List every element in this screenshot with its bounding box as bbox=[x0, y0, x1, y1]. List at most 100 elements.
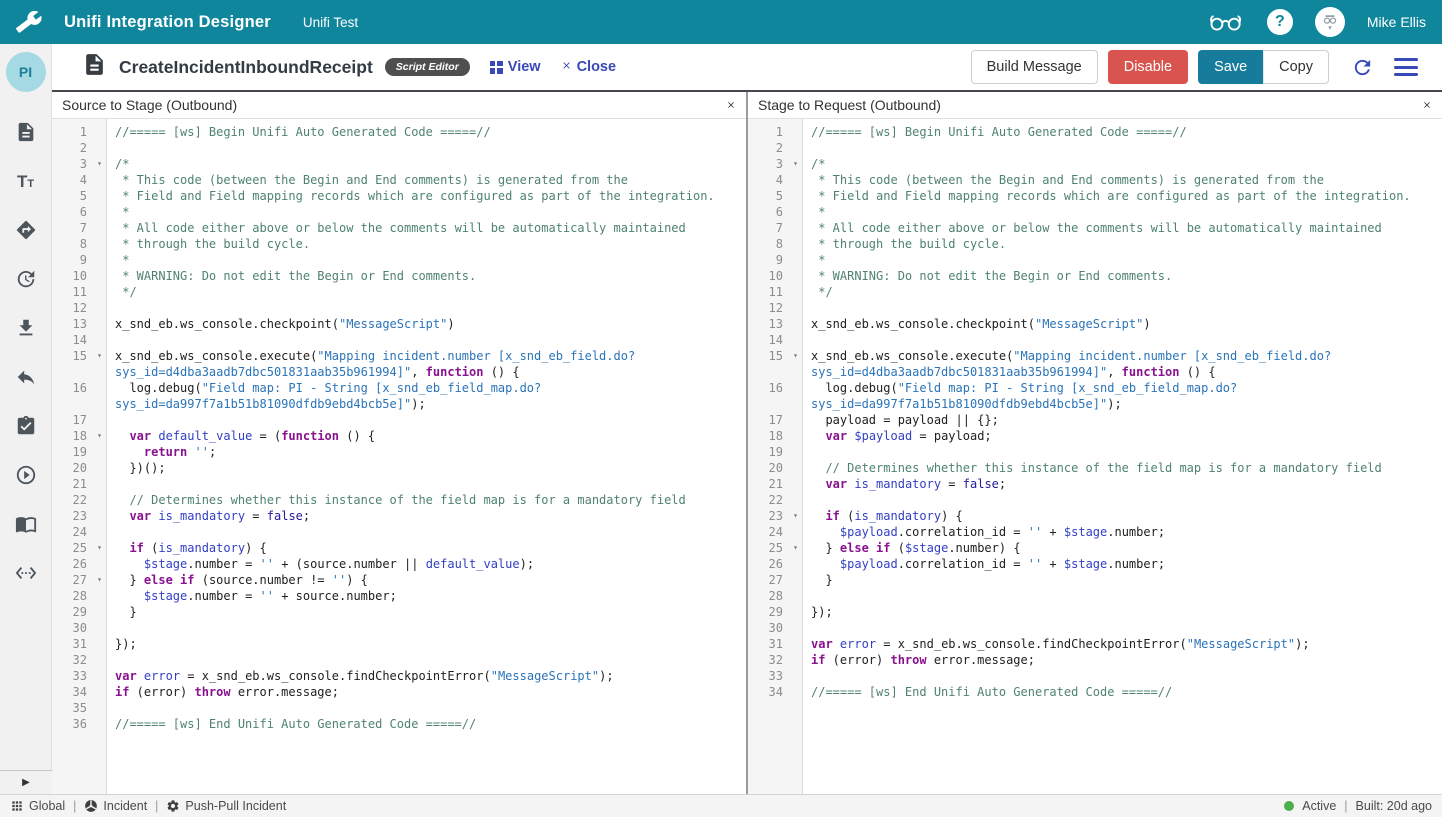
code-line[interactable]: 8 * through the build cycle. bbox=[748, 236, 1442, 252]
code-line[interactable]: 28 bbox=[748, 588, 1442, 604]
fold-arrow-icon[interactable]: ▾ bbox=[92, 572, 107, 588]
code-line[interactable]: 34if (error) throw error.message; bbox=[52, 684, 746, 700]
code-line[interactable]: 11 */ bbox=[748, 284, 1442, 300]
code-line[interactable]: 6 * bbox=[52, 204, 746, 220]
code-line[interactable]: 33var error = x_snd_eb.ws_console.findCh… bbox=[52, 668, 746, 684]
code-line[interactable]: 10 * WARNING: Do not edit the Begin or E… bbox=[748, 268, 1442, 284]
code-line[interactable]: 5 * Field and Field mapping records whic… bbox=[52, 188, 746, 204]
history-icon[interactable] bbox=[14, 267, 38, 291]
panel-close-icon[interactable] bbox=[726, 100, 736, 110]
directions-icon[interactable] bbox=[14, 218, 38, 242]
code-line[interactable]: 23▾ if (is_mandatory) { bbox=[748, 508, 1442, 524]
tasks-icon[interactable] bbox=[14, 414, 38, 438]
scope-incident[interactable]: Incident bbox=[84, 799, 147, 813]
code-line[interactable]: 21 var is_mandatory = false; bbox=[748, 476, 1442, 492]
build-message-button[interactable]: Build Message bbox=[971, 50, 1098, 84]
code-line[interactable]: 14 bbox=[52, 332, 746, 348]
code-line[interactable]: 30 bbox=[52, 620, 746, 636]
code-line[interactable]: 24 $payload.correlation_id = '' + $stage… bbox=[748, 524, 1442, 540]
user-name[interactable]: Mike Ellis bbox=[1367, 14, 1426, 30]
code-line[interactable]: 27 } bbox=[748, 572, 1442, 588]
code-line[interactable]: 13x_snd_eb.ws_console.checkpoint("Messag… bbox=[52, 316, 746, 332]
code-line[interactable]: 2 bbox=[748, 140, 1442, 156]
code-line[interactable]: 13x_snd_eb.ws_console.checkpoint("Messag… bbox=[748, 316, 1442, 332]
code-line[interactable]: 28 $stage.number = '' + source.number; bbox=[52, 588, 746, 604]
close-link[interactable]: Close bbox=[561, 59, 617, 75]
environment-name[interactable]: Unifi Test bbox=[303, 15, 358, 30]
fold-arrow-icon[interactable]: ▾ bbox=[788, 508, 803, 524]
download-icon[interactable] bbox=[14, 316, 38, 340]
code-editor-source-to-stage[interactable]: 1//===== [ws] Begin Unifi Auto Generated… bbox=[52, 119, 746, 794]
code-line[interactable]: 19 bbox=[748, 444, 1442, 460]
code-line[interactable]: 26 $stage.number = '' + (source.number |… bbox=[52, 556, 746, 572]
code-line[interactable]: 23 var is_mandatory = false; bbox=[52, 508, 746, 524]
code-line[interactable]: 20 // Determines whether this instance o… bbox=[748, 460, 1442, 476]
code-line[interactable]: 36//===== [ws] End Unifi Auto Generated … bbox=[52, 716, 746, 732]
code-line[interactable]: 3▾/* bbox=[52, 156, 746, 172]
save-button[interactable]: Save bbox=[1198, 50, 1263, 84]
code-line[interactable]: 12 bbox=[52, 300, 746, 316]
code-line[interactable]: 1//===== [ws] Begin Unifi Auto Generated… bbox=[748, 124, 1442, 140]
fold-arrow-icon[interactable]: ▾ bbox=[92, 156, 107, 172]
fold-arrow-icon[interactable]: ▾ bbox=[92, 348, 107, 380]
code-line[interactable]: 25▾ } else if ($stage.number) { bbox=[748, 540, 1442, 556]
code-line[interactable]: 30 bbox=[748, 620, 1442, 636]
book-icon[interactable] bbox=[14, 512, 38, 536]
undo-icon[interactable] bbox=[14, 365, 38, 389]
code-line[interactable]: 8 * through the build cycle. bbox=[52, 236, 746, 252]
code-line[interactable]: 20 })(); bbox=[52, 460, 746, 476]
code-line[interactable]: 31}); bbox=[52, 636, 746, 652]
code-icon[interactable] bbox=[14, 561, 38, 585]
code-line[interactable]: 16 log.debug("Field map: PI - String [x_… bbox=[748, 380, 1442, 412]
view-link[interactable]: View bbox=[490, 59, 541, 75]
code-line[interactable]: 29 } bbox=[52, 604, 746, 620]
menu-icon[interactable] bbox=[1394, 58, 1418, 76]
code-line[interactable]: 4 * This code (between the Begin and End… bbox=[52, 172, 746, 188]
code-line[interactable]: 24 bbox=[52, 524, 746, 540]
copy-button[interactable]: Copy bbox=[1263, 50, 1329, 84]
code-line[interactable]: 22 bbox=[748, 492, 1442, 508]
code-line[interactable]: 12 bbox=[748, 300, 1442, 316]
panel-close-icon[interactable] bbox=[1422, 100, 1432, 110]
process-avatar[interactable]: PI bbox=[6, 52, 46, 92]
fold-arrow-icon[interactable]: ▾ bbox=[788, 540, 803, 556]
code-line[interactable]: 17 payload = payload || {}; bbox=[748, 412, 1442, 428]
code-line[interactable]: 18 var $payload = payload; bbox=[748, 428, 1442, 444]
code-editor-stage-to-request[interactable]: 1//===== [ws] Begin Unifi Auto Generated… bbox=[748, 119, 1442, 794]
wrench-icon[interactable] bbox=[16, 9, 42, 35]
refresh-icon[interactable] bbox=[1351, 56, 1374, 79]
code-line[interactable]: 26 $payload.correlation_id = '' + $stage… bbox=[748, 556, 1442, 572]
fold-arrow-icon[interactable]: ▾ bbox=[92, 428, 107, 444]
code-line[interactable]: 7 * All code either above or below the c… bbox=[52, 220, 746, 236]
code-line[interactable]: 32 bbox=[52, 652, 746, 668]
code-line[interactable]: 10 * WARNING: Do not edit the Begin or E… bbox=[52, 268, 746, 284]
scope-global[interactable]: Global bbox=[10, 799, 65, 813]
code-line[interactable]: 14 bbox=[748, 332, 1442, 348]
play-icon[interactable] bbox=[14, 463, 38, 487]
help-icon[interactable]: ? bbox=[1267, 9, 1293, 35]
code-line[interactable]: 6 * bbox=[748, 204, 1442, 220]
fold-arrow-icon[interactable]: ▾ bbox=[788, 348, 803, 380]
code-line[interactable]: 5 * Field and Field mapping records whic… bbox=[748, 188, 1442, 204]
code-line[interactable]: 15▾x_snd_eb.ws_console.execute("Mapping … bbox=[52, 348, 746, 380]
scope-push-pull-incident[interactable]: Push-Pull Incident bbox=[166, 799, 286, 813]
code-line[interactable]: 15▾x_snd_eb.ws_console.execute("Mapping … bbox=[748, 348, 1442, 380]
user-avatar[interactable] bbox=[1315, 7, 1345, 37]
fold-arrow-icon[interactable]: ▾ bbox=[92, 540, 107, 556]
code-line[interactable]: 34//===== [ws] End Unifi Auto Generated … bbox=[748, 684, 1442, 700]
code-line[interactable]: 9 * bbox=[52, 252, 746, 268]
code-line[interactable]: 29}); bbox=[748, 604, 1442, 620]
code-line[interactable]: 7 * All code either above or below the c… bbox=[748, 220, 1442, 236]
code-line[interactable]: 11 */ bbox=[52, 284, 746, 300]
code-line[interactable]: 22 // Determines whether this instance o… bbox=[52, 492, 746, 508]
code-line[interactable]: 9 * bbox=[748, 252, 1442, 268]
code-line[interactable]: 32if (error) throw error.message; bbox=[748, 652, 1442, 668]
code-line[interactable]: 21 bbox=[52, 476, 746, 492]
fold-arrow-icon[interactable]: ▾ bbox=[788, 156, 803, 172]
code-line[interactable]: 16 log.debug("Field map: PI - String [x_… bbox=[52, 380, 746, 412]
code-line[interactable]: 35 bbox=[52, 700, 746, 716]
code-line[interactable]: 19 return ''; bbox=[52, 444, 746, 460]
code-line[interactable]: 27▾ } else if (source.number != '') { bbox=[52, 572, 746, 588]
code-line[interactable]: 33 bbox=[748, 668, 1442, 684]
disable-button[interactable]: Disable bbox=[1108, 50, 1188, 84]
